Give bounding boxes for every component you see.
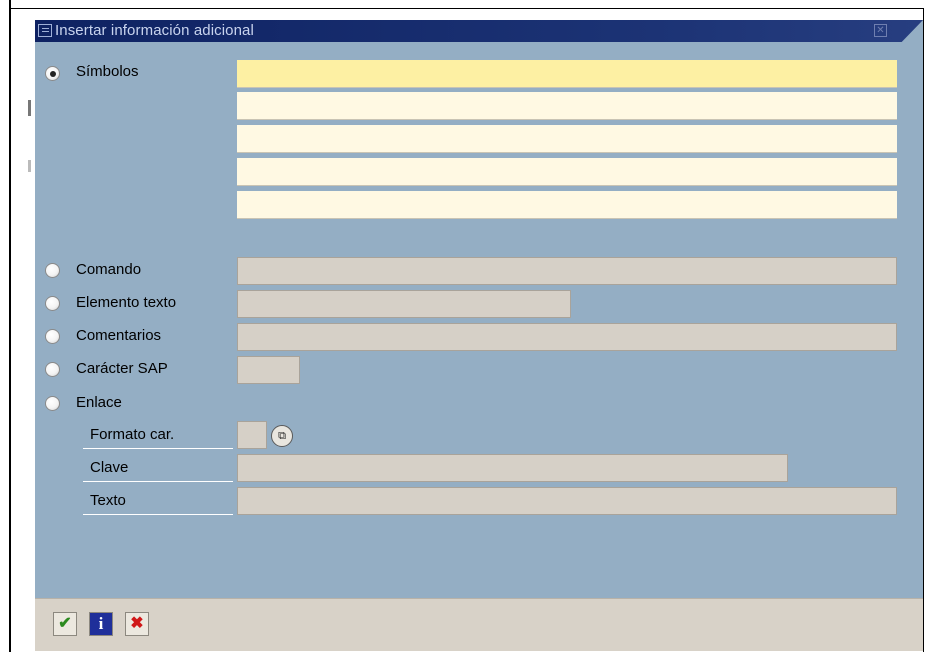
simbolos-line-1[interactable] <box>237 60 897 88</box>
radio-comentarios[interactable] <box>45 329 60 344</box>
simbolos-line-4[interactable] <box>237 158 897 186</box>
texto-field[interactable] <box>237 487 897 515</box>
background-scroll-mark <box>28 100 31 116</box>
option-label-simbolos: Símbolos <box>76 63 139 80</box>
insert-info-dialog: Insertar información adicional ✕ Símbolo… <box>35 20 923 651</box>
info-icon[interactable]: i <box>89 612 113 636</box>
simbolos-line-3[interactable] <box>237 125 897 153</box>
elemento-texto-field[interactable] <box>237 290 571 318</box>
frame-right-border <box>923 8 924 652</box>
radio-comando[interactable] <box>45 263 60 278</box>
formato-car-label: Formato car. <box>90 426 175 443</box>
background-scroll-mark <box>28 160 31 172</box>
simbolos-line-5[interactable] <box>237 191 897 219</box>
clave-underline <box>83 481 233 482</box>
frame-top-border <box>9 8 924 9</box>
dialog-footer-toolbar: ✔ i ✖ <box>35 598 923 651</box>
caracter-sap-field[interactable] <box>237 356 300 384</box>
option-label-elemento-texto: Elemento texto <box>76 294 177 311</box>
clave-label: Clave <box>90 459 129 476</box>
option-label-comando: Comando <box>76 261 142 278</box>
cancel-x-icon[interactable]: ✖ <box>125 612 149 636</box>
dialog-window-icon <box>38 24 52 37</box>
clave-field[interactable] <box>237 454 788 482</box>
formato-car-field[interactable] <box>237 421 267 449</box>
radio-enlace[interactable] <box>45 396 60 411</box>
close-icon[interactable]: ✕ <box>874 24 887 37</box>
texto-label: Texto <box>90 492 126 509</box>
option-label-caracter-sap: Carácter SAP <box>76 360 168 377</box>
option-label-comentarios: Comentarios <box>76 327 162 344</box>
dialog-titlebar: Insertar información adicional ✕ <box>35 20 923 42</box>
formato-car-underline <box>83 448 233 449</box>
checkmark-icon[interactable]: ✔ <box>53 612 77 636</box>
radio-elemento-texto[interactable] <box>45 296 60 311</box>
radio-caracter-sap[interactable] <box>45 362 60 377</box>
simbolos-line-2[interactable] <box>237 92 897 120</box>
texto-underline <box>83 514 233 515</box>
value-help-icon[interactable]: ⧉ <box>271 425 293 447</box>
frame-left-border <box>9 0 11 652</box>
comentarios-field[interactable] <box>237 323 897 351</box>
option-label-enlace: Enlace <box>76 394 122 411</box>
comando-field[interactable] <box>237 257 897 285</box>
radio-simbolos[interactable] <box>45 66 60 81</box>
dialog-title: Insertar información adicional <box>55 22 254 39</box>
